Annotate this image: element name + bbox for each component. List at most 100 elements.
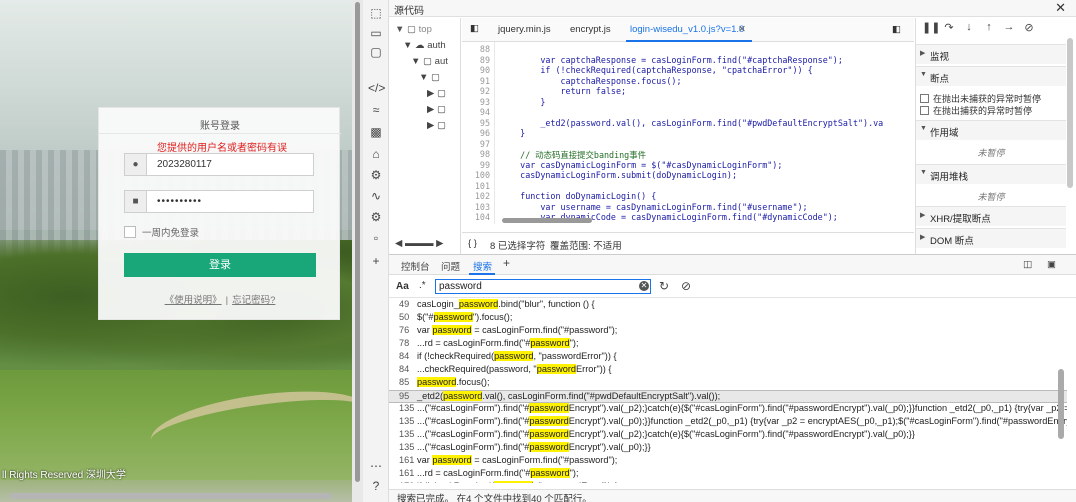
scrollbar-thumb[interactable] [355,2,360,482]
line-number[interactable]: 100 [462,170,490,180]
search-result-row[interactable]: 84 if (!checkRequired(password, "password… [389,351,1067,364]
nav-origin[interactable]: ▼ ☁ auth [403,40,446,51]
network-icon[interactable]: ≈ [368,102,384,118]
page-vertical-scrollbar[interactable] [352,0,363,502]
code-line[interactable]: var username = casDynamicLoginForm.find(… [500,202,807,212]
step-over-icon[interactable]: ↷ [942,21,956,35]
line-number[interactable]: 88 [462,44,490,54]
search-result-row[interactable]: 78 ...rd = casLoginForm.find("#password")… [389,338,1067,351]
line-number[interactable]: 102 [462,191,490,201]
toggle-debugger-icon[interactable]: ◧ [892,24,901,35]
nav-scroll-controls[interactable]: ◀ ▬▬▬ ▶ [395,238,443,249]
nav-top[interactable]: ▼ ▢ top [395,24,432,35]
line-number[interactable]: 98 [462,149,490,159]
line-number[interactable]: 104 [462,212,490,222]
search-result-row[interactable]: 135 ...("#casLoginForm").find("#passwordE… [389,403,1067,416]
regex-toggle[interactable]: .* [419,280,426,291]
bug-icon[interactable]: ⚙ [368,167,384,183]
search-result-row[interactable]: 85 password.focus(); [389,377,1067,390]
code-line[interactable]: } [500,97,545,107]
section-watch[interactable]: ▶ 监视 [916,44,1066,64]
remember-checkbox[interactable]: 一周内免登录 [124,225,199,239]
tab-encrypt[interactable]: encrypt.js [570,24,611,35]
code-line[interactable]: casDynamicLoginForm.submit(doDynamicLogi… [500,170,737,180]
step-out-icon[interactable]: ↑ [982,21,996,35]
nav-subfolder[interactable]: ▼ ▢ [419,72,440,83]
search-result-row[interactable]: 170if (!checkRequired(password, "passwor… [389,481,1067,483]
password-field[interactable]: ■ •••••••••• [124,190,314,213]
code-line[interactable]: function doDynamicLogin() { [500,191,656,201]
sources-icon[interactable]: </> [368,80,385,96]
code-line[interactable]: return false; [500,86,627,96]
nav-folder[interactable]: ▼ ▢ aut [411,56,448,67]
section-breakpoints[interactable]: ▼ 断点 [916,66,1066,86]
editor-scrollbar[interactable] [502,218,592,223]
wifi-icon[interactable]: ∿ [368,188,384,204]
tab-login-wisedu[interactable]: login-wisedu_v1.0.js?v=1.0 [630,24,744,35]
deactivate-breakpoints-icon[interactable]: ⊘ [1022,21,1036,35]
code-line[interactable]: _etd2(password.val(), casLoginForm.find(… [500,118,883,128]
nav-item[interactable]: ▶ ▢ [427,104,446,115]
debugger-scrollbar[interactable] [1067,38,1073,188]
help-link[interactable]: 《使用说明》 [165,295,222,306]
horizontal-scrollbar[interactable] [10,493,332,499]
application-icon[interactable]: ▫ [368,230,384,246]
search-result-row[interactable]: 50 $("#password").focus(); [389,312,1067,325]
line-number[interactable]: 93 [462,97,490,107]
match-case-toggle[interactable]: Aa [396,281,409,292]
forgot-password-link[interactable]: 忘记密码? [232,295,275,306]
line-number[interactable]: 91 [462,76,490,86]
search-result-row[interactable]: 95 _etd2(password.val(), casLoginForm.fin… [389,390,1067,403]
search-result-row[interactable]: 161 ...rd = casLoginForm.find("#password"… [389,468,1067,481]
nav-item[interactable]: ▶ ▢ [427,120,446,131]
line-number[interactable]: 90 [462,65,490,75]
cancel-icon[interactable]: ⊘ [681,279,691,293]
more-icon[interactable]: ⋯ [368,458,384,474]
add-tab-icon[interactable]: + [503,256,510,270]
line-number[interactable]: 99 [462,160,490,170]
add-icon[interactable]: + [368,253,384,269]
checkbox-box[interactable] [124,226,136,238]
code-line[interactable]: var captchaResponse = casLoginForm.find(… [500,55,843,65]
username-field[interactable]: ● 2023280117 [124,153,314,176]
performance-icon[interactable]: ▩ [368,124,384,140]
section-xhr-breakpoints[interactable]: ▶ XHR/提取断点 [916,206,1066,226]
line-number[interactable]: 95 [462,118,490,128]
inspect-icon[interactable]: ⬚ [368,5,384,21]
login-button[interactable]: 登录 [124,253,316,277]
code-line[interactable]: captchaResponse.focus(); [500,76,682,86]
pause-icon[interactable]: ❚❚ [922,21,940,35]
pause-caught-checkbox[interactable]: 在抛出捕获的异常时暂停 [920,104,1032,117]
line-number[interactable]: 92 [462,86,490,96]
search-result-row[interactable]: 84 ...checkRequired(password, "passwordEr… [389,364,1067,377]
tab-jquery[interactable]: jquery.min.js [498,24,551,35]
code-line[interactable]: } [500,128,525,138]
line-number[interactable]: 101 [462,181,490,191]
search-input[interactable]: password [435,279,651,294]
search-result-row[interactable]: 135 ...("#casLoginForm").find("#passwordE… [389,429,1067,442]
refresh-icon[interactable]: ↻ [659,279,669,293]
results-scrollbar[interactable] [1058,369,1064,439]
section-scope[interactable]: ▼ 作用域 [916,120,1066,140]
device-icon[interactable]: ▭ [368,25,384,41]
section-dom-breakpoints[interactable]: ▶ DOM 断点 [916,228,1066,248]
line-number[interactable]: 89 [462,55,490,65]
step-icon[interactable]: → [1002,21,1016,35]
code-line[interactable]: if (!checkRequired(captchaResponse, "cpa… [500,65,812,75]
tab-console[interactable]: 控制台 [401,259,430,273]
line-number[interactable]: 97 [462,139,490,149]
code-editor[interactable]: 88 89 var captchaResponse = casLoginForm.… [462,42,914,224]
home-icon[interactable]: ⌂ [368,146,384,162]
close-icon[interactable]: ✕ [1055,0,1066,16]
close-drawer-icon[interactable]: ▣ [1047,259,1056,270]
tab-search[interactable]: 搜索 [473,259,492,273]
search-result-row[interactable]: 49 casLogin_password.bind("blur", functio… [389,299,1067,312]
search-result-row[interactable]: 135 ...("#casLoginForm").find("#passwordE… [389,442,1067,455]
nav-item[interactable]: ▶ ▢ [427,88,446,99]
code-line[interactable]: var casDynamicLoginForm = $("#casDynamic… [500,160,782,170]
line-number[interactable]: 96 [462,128,490,138]
search-result-row[interactable]: 161 var password = casLoginForm.find("#pa… [389,455,1067,468]
window-icon[interactable]: ▢ [368,44,384,60]
step-into-icon[interactable]: ↓ [962,21,976,35]
dock-icon[interactable]: ◫ [1023,259,1032,270]
